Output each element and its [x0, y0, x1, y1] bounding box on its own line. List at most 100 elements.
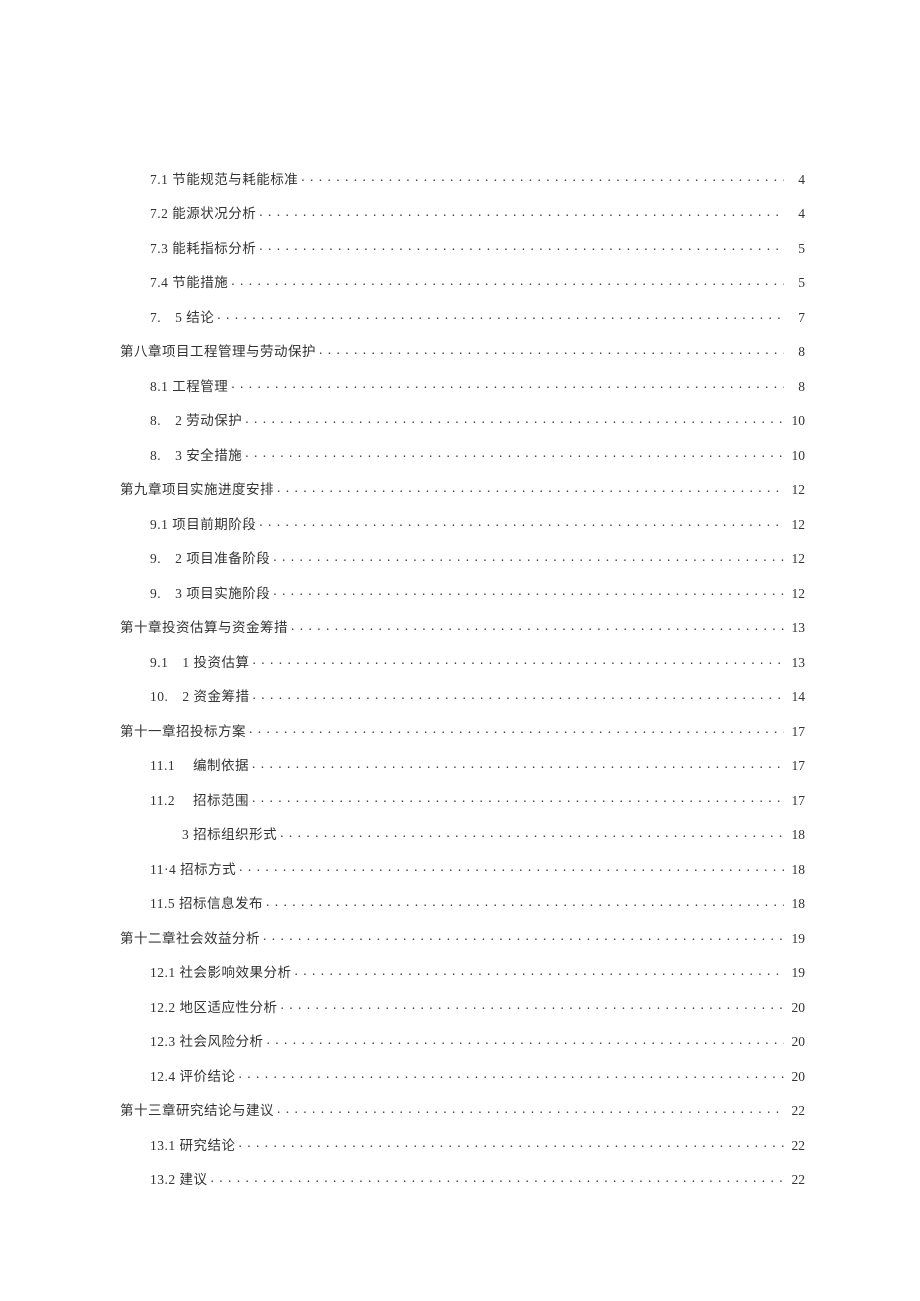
- toc-entry-label: 9. 3 项目实施阶段: [150, 587, 270, 601]
- toc-entry: 7.2 能源状况分析 4: [120, 205, 805, 221]
- toc-entry-label: 8.1 工程管理: [150, 380, 228, 394]
- toc-entry-page: 4: [787, 173, 805, 187]
- toc-entry: 11.1 编制依据 17: [120, 757, 805, 773]
- toc-entry-page: 20: [787, 1070, 805, 1084]
- toc-entry: 8. 2 劳动保护10: [120, 412, 805, 428]
- toc-entry-label: 第十一章招投标方案: [120, 725, 246, 739]
- toc-entry: 第十一章招投标方案 17: [120, 722, 805, 738]
- toc-entry-page: 20: [787, 1001, 805, 1015]
- toc-entry-label: 12.2 地区适应性分析: [150, 1001, 278, 1015]
- toc-leader-dots: [319, 343, 784, 357]
- toc-entry: 8. 3 安全措施 10: [120, 446, 805, 462]
- toc-leader-dots: [273, 550, 784, 564]
- toc-leader-dots: [259, 239, 784, 253]
- toc-entry-label: 第八章项目工程管理与劳动保护: [120, 345, 316, 359]
- toc-leader-dots: [266, 895, 784, 909]
- toc-entry: 11·4 招标方式 18: [120, 860, 805, 876]
- toc-entry: 11.5 招标信息发布 18: [120, 895, 805, 911]
- toc-entry: 第十二章社会效益分析 19: [120, 929, 805, 945]
- toc-entry-page: 8: [787, 345, 805, 359]
- toc-entry: 第九章项目实施进度安排 12: [120, 481, 805, 497]
- toc-entry-label: 第九章项目实施进度安排: [120, 483, 274, 497]
- toc-entry-page: 12: [787, 518, 805, 532]
- toc-leader-dots: [277, 481, 784, 495]
- toc-entry-label: 7.4 节能措施: [150, 276, 228, 290]
- toc-entry-label: 13.2 建议: [150, 1173, 208, 1187]
- toc-entry: 9.1 项目前期阶段 12: [120, 515, 805, 531]
- toc-entry-page: 4: [787, 207, 805, 221]
- toc-entry-page: 20: [787, 1035, 805, 1049]
- toc-entry-label: 12.3 社会风险分析: [150, 1035, 264, 1049]
- toc-leader-dots: [291, 619, 784, 633]
- toc-entry: 12.4 评价结论 20: [120, 1067, 805, 1083]
- toc-entry-label: 13.1 研究结论: [150, 1139, 236, 1153]
- toc-entry: 3 招标组织形式18: [120, 826, 805, 842]
- toc-entry-label: 第十三章研究结论与建议: [120, 1104, 274, 1118]
- toc-leader-dots: [245, 412, 784, 426]
- toc-entry: 10. 2 资金筹措 14: [120, 688, 805, 704]
- toc-leader-dots: [277, 1102, 784, 1116]
- toc-entry-page: 12: [787, 552, 805, 566]
- toc-entry-label: 9.1 项目前期阶段: [150, 518, 256, 532]
- toc-entry-page: 13: [787, 621, 805, 635]
- toc-entry-label: 7.1 节能规范与耗能标准: [150, 173, 298, 187]
- toc-leader-dots: [239, 1136, 785, 1150]
- toc-page: 7.1 节能规范与耗能标准47.2 能源状况分析47.3 能耗指标分析57.4 …: [120, 170, 805, 1205]
- toc-entry-label: 11.5 招标信息发布: [150, 897, 263, 911]
- toc-leader-dots: [252, 791, 784, 805]
- toc-entry: 13.1 研究结论 22: [120, 1136, 805, 1152]
- toc-entry-page: 19: [787, 932, 805, 946]
- toc-entry-label: 第十章投资估算与资金筹措: [120, 621, 288, 635]
- toc-leader-dots: [239, 1067, 785, 1081]
- toc-leader-dots: [281, 998, 785, 1012]
- toc-entry-page: 22: [787, 1104, 805, 1118]
- toc-entry-page: 17: [787, 725, 805, 739]
- toc-entry-page: 7: [787, 311, 805, 325]
- toc-entry: 第八章项目工程管理与劳动保护 8: [120, 343, 805, 359]
- toc-entry-label: 12.4 评价结论: [150, 1070, 236, 1084]
- toc-leader-dots: [249, 722, 784, 736]
- toc-entry-label: 7.2 能源状况分析: [150, 207, 256, 221]
- toc-leader-dots: [217, 308, 784, 322]
- toc-entry-label: 9. 2 项目准备阶段: [150, 552, 270, 566]
- toc-entry-page: 19: [787, 966, 805, 980]
- toc-entry-page: 12: [787, 483, 805, 497]
- toc-entry-page: 18: [787, 863, 805, 877]
- toc-entry-label: 11.1 编制依据: [150, 759, 249, 773]
- toc-entry: 12.2 地区适应性分析 20: [120, 998, 805, 1014]
- toc-entry-page: 18: [787, 828, 805, 842]
- toc-entry: 7.1 节能规范与耗能标准 4: [120, 170, 805, 186]
- toc-entry-page: 5: [787, 242, 805, 256]
- toc-entry-label: 12.1 社会影响效果分析: [150, 966, 292, 980]
- toc-entry-page: 10: [787, 449, 805, 463]
- toc-entry-page: 18: [787, 897, 805, 911]
- toc-leader-dots: [253, 653, 785, 667]
- toc-leader-dots: [252, 757, 784, 771]
- toc-leader-dots: [245, 446, 784, 460]
- toc-entry: 12.3 社会风险分析 20: [120, 1033, 805, 1049]
- toc-entry-page: 22: [787, 1139, 805, 1153]
- toc-entry: 11.2 招标范围17: [120, 791, 805, 807]
- toc-entry-label: 11·4 招标方式: [150, 863, 236, 877]
- toc-entry-page: 17: [787, 759, 805, 773]
- toc-entry: 第十三章研究结论与建议 22: [120, 1102, 805, 1118]
- toc-leader-dots: [259, 515, 784, 529]
- toc-entry-page: 8: [787, 380, 805, 394]
- toc-entry-page: 12: [787, 587, 805, 601]
- toc-leader-dots: [211, 1171, 785, 1185]
- toc-entry: 第十章投资估算与资金筹措 13: [120, 619, 805, 635]
- toc-entry-label: 8. 2 劳动保护: [150, 414, 242, 428]
- toc-leader-dots: [231, 377, 784, 391]
- toc-leader-dots: [259, 205, 784, 219]
- toc-entry-page: 13: [787, 656, 805, 670]
- toc-entry: 13.2 建议 22: [120, 1171, 805, 1187]
- toc-entry-label: 8. 3 安全措施: [150, 449, 242, 463]
- toc-entry: 9.1 1 投资估算 13: [120, 653, 805, 669]
- toc-leader-dots: [239, 860, 784, 874]
- toc-leader-dots: [301, 170, 784, 184]
- toc-entry-label: 9.1 1 投资估算: [150, 656, 250, 670]
- toc-entry: 9. 2 项目准备阶段 12: [120, 550, 805, 566]
- toc-entry-page: 22: [787, 1173, 805, 1187]
- toc-entry-page: 14: [787, 690, 805, 704]
- toc-entry-label: 10. 2 资金筹措: [150, 690, 250, 704]
